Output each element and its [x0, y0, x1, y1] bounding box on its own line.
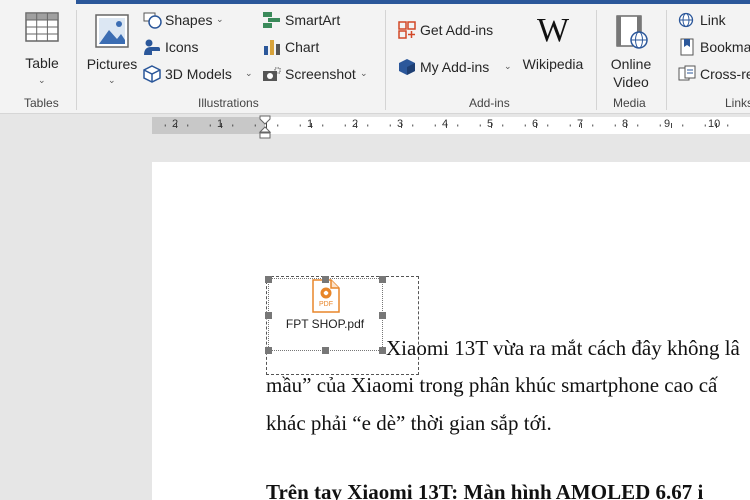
ruler-label: 3 [397, 118, 404, 130]
chevron-down-icon: ⌄ [108, 75, 116, 85]
chart-icon [264, 40, 280, 55]
pictures-button[interactable]: Pictures ⌄ [84, 8, 140, 92]
pdf-object-caption: FPT SHOP.pdf [285, 317, 365, 331]
horizontal-ruler[interactable]: 2 1 1 2 3 4 5 6 7 8 9 10 [0, 115, 750, 139]
ruler-label: 8 [622, 118, 629, 130]
pdf-file-icon [312, 279, 340, 313]
ruler-label: 4 [442, 118, 449, 130]
resize-handle[interactable] [379, 276, 386, 283]
smartart-icon [263, 12, 280, 28]
group-label-illustrations: Illustrations [198, 96, 259, 110]
ruler-label: 2 [172, 118, 179, 130]
chevron-down-icon: ⌄ [38, 75, 46, 85]
screenshot-icon [263, 67, 281, 81]
get-addins-button[interactable]: Get Add-ins [398, 21, 508, 41]
paragraph-line: khác phải “e dè” thời gian sắp tới. [266, 411, 552, 435]
ruler-label: 1 [217, 118, 224, 130]
icons-icon [144, 39, 160, 55]
my-addins-icon [399, 59, 415, 75]
ruler-label: 2 [352, 118, 359, 130]
group-label-media: Media [613, 96, 646, 110]
store-icon [398, 21, 416, 39]
document-page[interactable] [152, 162, 750, 500]
chevron-down-icon: ⌄ [245, 68, 253, 78]
article-heading: Trên tay Xiaomi 13T: Màn hình AMOLED 6.6… [266, 480, 704, 500]
my-addins-label: My Add-ins [420, 59, 490, 75]
chevron-down-icon: ⌄ [360, 68, 368, 78]
ruler-strip: 2 1 1 2 3 4 5 6 7 8 9 10 [152, 117, 750, 134]
icons-button[interactable]: Icons [142, 38, 222, 58]
online-video-icon [616, 15, 648, 49]
bookmark-icon [680, 38, 694, 56]
shapes-button[interactable]: Shapes ⌄ [142, 11, 232, 31]
paragraph-line: Xiaomi 13T vừa ra mắt cách đây không lâ [386, 336, 740, 360]
online-video-label-line2: Video [613, 74, 649, 90]
pictures-icon [95, 14, 129, 48]
ruler-label: 1 [307, 118, 314, 130]
word-window: Table ⌄ Tables Pictures ⌄ Shapes ⌄ Icons… [0, 0, 750, 500]
get-addins-label: Get Add-ins [420, 22, 494, 38]
group-divider [596, 10, 597, 110]
resize-handle[interactable] [265, 276, 272, 283]
indent-marker[interactable] [258, 115, 272, 141]
resize-handle[interactable] [379, 312, 386, 319]
shapes-label: Shapes [165, 12, 213, 28]
smartart-button[interactable]: SmartArt [262, 11, 362, 31]
chart-button[interactable]: Chart [262, 38, 342, 58]
group-label-addins: Add-ins [469, 96, 510, 110]
screenshot-label: Screenshot [285, 66, 356, 82]
chevron-down-icon: ⌄ [504, 61, 512, 71]
resize-handle[interactable] [265, 312, 272, 319]
cross-reference-label: Cross-re [700, 66, 750, 82]
shapes-icon [143, 12, 162, 29]
ruler-label: 7 [577, 118, 584, 130]
resize-handle[interactable] [322, 347, 329, 354]
resize-handle[interactable] [322, 276, 329, 283]
bookmark-button[interactable]: Bookmar [678, 38, 750, 58]
wikipedia-label: Wikipedia [522, 56, 584, 72]
3d-models-label: 3D Models [165, 66, 232, 82]
wikipedia-button[interactable]: W Wikipedia [518, 8, 588, 92]
pdf-badge: PDF [319, 301, 333, 308]
bookmark-label: Bookmar [700, 39, 750, 55]
cross-reference-button[interactable]: Cross-re [678, 65, 750, 85]
group-label-links: Links [725, 96, 750, 110]
resize-handle[interactable] [265, 347, 272, 354]
group-divider [385, 10, 386, 110]
chart-label: Chart [285, 39, 320, 55]
icons-label: Icons [165, 39, 199, 55]
my-addins-button[interactable]: My Add-ins ⌄ [398, 58, 516, 78]
insert-ribbon: Table ⌄ Tables Pictures ⌄ Shapes ⌄ Icons… [0, 4, 750, 114]
table-label: Table [25, 55, 59, 71]
paragraph-line: mầu” của Xiaomi trong phân khúc smartpho… [266, 373, 718, 397]
table-icon [25, 12, 59, 42]
screenshot-button[interactable]: Screenshot ⌄ [262, 65, 377, 85]
table-button[interactable]: Table ⌄ [14, 8, 70, 92]
link-icon [678, 12, 694, 28]
online-video-label-line1: Online [610, 56, 652, 72]
ruler-label: 10 [708, 118, 721, 130]
wikipedia-icon: W [536, 12, 570, 49]
group-label-tables: Tables [24, 96, 59, 110]
ruler-label: 5 [487, 118, 494, 130]
ruler-ticks [164, 123, 729, 128]
smartart-label: SmartArt [285, 12, 341, 28]
link-button[interactable]: Link [678, 11, 750, 31]
group-divider [666, 10, 667, 110]
ruler-label: 9 [664, 118, 671, 130]
online-video-button[interactable]: Online Video [602, 8, 660, 92]
chevron-down-icon: ⌄ [216, 14, 224, 24]
link-label: Link [700, 12, 726, 28]
ruler-label: 6 [532, 118, 539, 130]
3d-models-icon [143, 65, 161, 83]
group-divider [76, 10, 77, 110]
resize-handle[interactable] [379, 347, 386, 354]
3d-models-button[interactable]: 3D Models ⌄ [142, 65, 257, 85]
cross-reference-icon [678, 65, 696, 81]
pictures-label: Pictures [86, 56, 138, 72]
